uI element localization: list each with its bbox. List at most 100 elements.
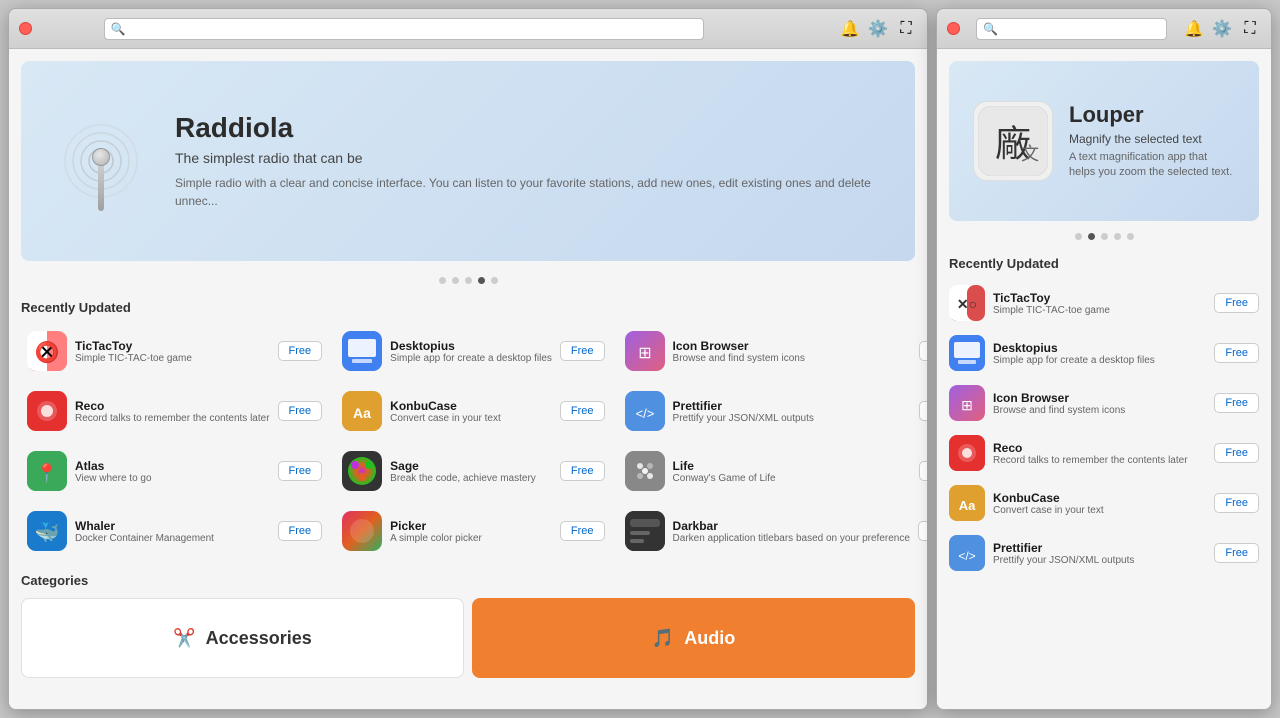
app-item-iconbrowser-right: ⊞ Icon Browser Browse and find system ic… xyxy=(949,381,1259,425)
search-input-left[interactable] xyxy=(130,22,697,36)
left-content: Raddiola The simplest radio that can be … xyxy=(9,49,927,709)
free-btn-konbucase-left[interactable]: Free xyxy=(560,401,605,421)
app-item-konbucase-left: Aa KonbuCase Convert case in your text F… xyxy=(336,385,610,437)
app-icon-iconbrowser-left: ⊞ xyxy=(625,331,665,371)
app-item-desktopius-right: Desktopius Simple app for create a deskt… xyxy=(949,331,1259,375)
radio-knob xyxy=(92,148,110,166)
titlebar-right-left: 🔔 ⚙️ ⛶ xyxy=(839,18,917,40)
app-item-reco-left: Reco Record talks to remember the conten… xyxy=(21,385,328,437)
app-info-konbucase-left: KonbuCase Convert case in your text xyxy=(390,399,552,424)
app-desc-desktopius-left: Simple app for create a desktop files xyxy=(390,353,552,364)
hero-banner-right[interactable]: 廠 文 Louper Magnify the selected text A t… xyxy=(949,61,1259,221)
search-input-right[interactable] xyxy=(1002,22,1160,36)
app-desc-life-left: Conway's Game of Life xyxy=(673,473,911,484)
app-name-tictactoy-right: TicTacToy xyxy=(993,291,1206,305)
free-btn-picker-left[interactable]: Free xyxy=(560,521,605,541)
free-btn-prettifier-left[interactable]: Free xyxy=(919,401,927,421)
free-btn-reco-right[interactable]: Free xyxy=(1214,443,1259,463)
fullscreen-icon-left[interactable]: ⛶ xyxy=(895,18,917,40)
free-btn-desktopius-right[interactable]: Free xyxy=(1214,343,1259,363)
dot-2[interactable] xyxy=(452,277,459,284)
app-icon-prettifier-left: </> xyxy=(625,391,665,431)
categories-grid-left: ✂️ Accessories 🎵 Audio xyxy=(21,598,915,678)
svg-text:⊞: ⊞ xyxy=(638,345,651,362)
dot-r2[interactable] xyxy=(1088,233,1095,240)
settings-icon-left[interactable]: ⚙️ xyxy=(867,18,889,40)
app-item-prettifier-left: </> Prettifier Prettify your JSON/XML ou… xyxy=(619,385,927,437)
settings-icon-right[interactable]: ⚙️ xyxy=(1211,18,1233,40)
app-desc-darkbar-left: Darken application titlebars based on yo… xyxy=(673,533,910,544)
category-audio[interactable]: 🎵 Audio xyxy=(472,598,915,678)
app-icon-desktopius-left xyxy=(342,331,382,371)
update-icon-right[interactable]: 🔔 xyxy=(1183,18,1205,40)
svg-text:📍: 📍 xyxy=(36,462,58,483)
free-btn-tictactoy-left[interactable]: Free xyxy=(278,341,323,361)
free-btn-life-left[interactable]: Free xyxy=(919,461,927,481)
dot-5[interactable] xyxy=(491,277,498,284)
hero-banner-left[interactable]: Raddiola The simplest radio that can be … xyxy=(21,61,915,261)
dot-r3[interactable] xyxy=(1101,233,1108,240)
app-name-darkbar-left: Darkbar xyxy=(673,519,910,533)
app-icon-life-left xyxy=(625,451,665,491)
app-item-tictactoy-left: ✕ ⭕ TicTacToy Simple TIC-TAC-toe game Fr… xyxy=(21,325,328,377)
dot-4[interactable] xyxy=(478,277,485,284)
close-button[interactable]: × xyxy=(19,22,32,35)
free-btn-prettifier-right[interactable]: Free xyxy=(1214,543,1259,563)
free-btn-konbucase-right[interactable]: Free xyxy=(1214,493,1259,513)
app-name-picker-left: Picker xyxy=(390,519,552,533)
search-bar-right: 🔍 xyxy=(976,18,1167,40)
app-name-konbucase-right: KonbuCase xyxy=(993,491,1206,505)
free-btn-tictactoy-right[interactable]: Free xyxy=(1214,293,1259,313)
app-desc-tictactoy-left: Simple TIC-TAC-toe game xyxy=(75,353,270,364)
app-name-whaler-left: Whaler xyxy=(75,519,270,533)
svg-text:文: 文 xyxy=(1021,144,1039,164)
app-info-prettifier-left: Prettifier Prettify your JSON/XML output… xyxy=(673,399,911,424)
app-info-desktopius-right: Desktopius Simple app for create a deskt… xyxy=(993,341,1206,366)
hero-icon-wrapper xyxy=(51,101,151,221)
right-window: × 🔍 🔔 ⚙️ ⛶ 廠 文 Louper Magnify the select… xyxy=(936,8,1272,710)
svg-text:🐳: 🐳 xyxy=(35,521,60,544)
radio-stand xyxy=(98,161,104,211)
dot-1[interactable] xyxy=(439,277,446,284)
left-window: × 🔍 🔔 ⚙️ ⛶ xyxy=(8,8,928,710)
search-icon-right: 🔍 xyxy=(983,22,998,36)
app-item-iconbrowser-left: ⊞ Icon Browser Browse and find system ic… xyxy=(619,325,927,377)
price-btn-darkbar-left[interactable]: $2.00 xyxy=(918,521,927,541)
close-button-right[interactable]: × xyxy=(947,22,960,35)
app-grid-left: ✕ ⭕ TicTacToy Simple TIC-TAC-toe game Fr… xyxy=(21,325,915,557)
app-name-sage-left: Sage xyxy=(390,459,552,473)
app-item-prettifier-right: </> Prettifier Prettify your JSON/XML ou… xyxy=(949,531,1259,575)
categories-title-left: Categories xyxy=(21,573,915,588)
app-name-prettifier-right: Prettifier xyxy=(993,541,1206,555)
dot-r4[interactable] xyxy=(1114,233,1121,240)
free-btn-iconbrowser-right[interactable]: Free xyxy=(1214,393,1259,413)
free-btn-atlas-left[interactable]: Free xyxy=(278,461,323,481)
free-btn-iconbrowser-left[interactable]: Free xyxy=(919,341,927,361)
app-info-tictactoy-left: TicTacToy Simple TIC-TAC-toe game xyxy=(75,339,270,364)
dot-r1[interactable] xyxy=(1075,233,1082,240)
free-btn-sage-left[interactable]: Free xyxy=(560,461,605,481)
search-icon-left: 🔍 xyxy=(111,22,126,36)
svg-text:</>: </> xyxy=(635,406,654,421)
update-icon-left[interactable]: 🔔 xyxy=(839,18,861,40)
app-icon-reco-left xyxy=(27,391,67,431)
app-icon-iconbrowser-right: ⊞ xyxy=(949,385,985,421)
app-item-whaler-left: 🐳 Whaler Docker Container Management Fre… xyxy=(21,505,328,557)
app-desc-konbucase-right: Convert case in your text xyxy=(993,505,1206,516)
dot-r5[interactable] xyxy=(1127,233,1134,240)
free-btn-whaler-left[interactable]: Free xyxy=(278,521,323,541)
svg-text:Aa: Aa xyxy=(353,405,371,421)
free-btn-desktopius-left[interactable]: Free xyxy=(560,341,605,361)
dot-3[interactable] xyxy=(465,277,472,284)
category-accessories[interactable]: ✂️ Accessories xyxy=(21,598,464,678)
app-name-reco-right: Reco xyxy=(993,441,1206,455)
app-info-life-left: Life Conway's Game of Life xyxy=(673,459,911,484)
app-icon-sage-left xyxy=(342,451,382,491)
app-item-konbucase-right: Aa KonbuCase Convert case in your text F… xyxy=(949,481,1259,525)
free-btn-reco-left[interactable]: Free xyxy=(278,401,323,421)
section-recently-updated-left: Recently Updated xyxy=(21,300,915,315)
app-item-picker-left: Picker A simple color picker Free xyxy=(336,505,610,557)
carousel-dots-right xyxy=(949,233,1259,240)
app-item-life-left: Life Conway's Game of Life Free xyxy=(619,445,927,497)
fullscreen-icon-right[interactable]: ⛶ xyxy=(1239,18,1261,40)
